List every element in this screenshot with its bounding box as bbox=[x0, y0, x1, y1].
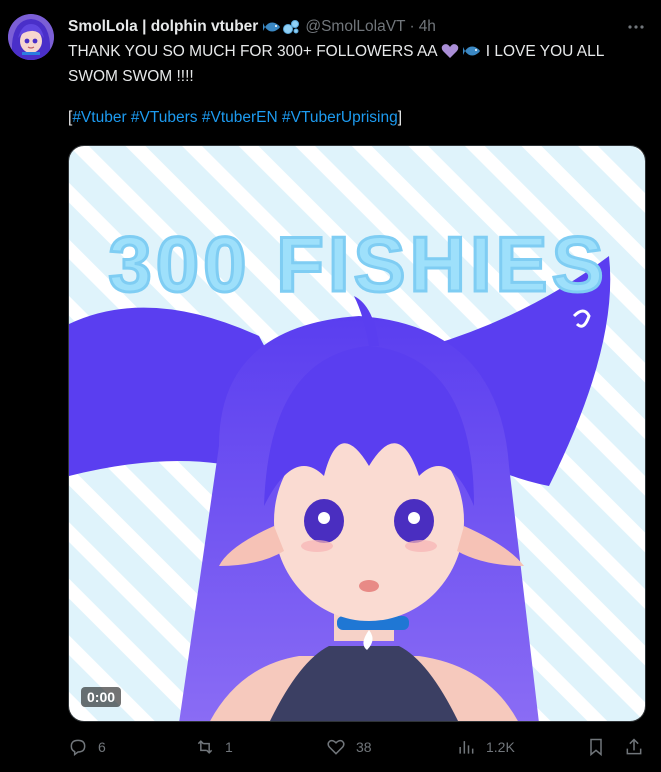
purple-heart-emoji-icon bbox=[441, 43, 459, 66]
display-name[interactable]: SmolLola | dolphin vtuber bbox=[68, 18, 258, 36]
tweet-text-line-2: SWOM SWOM !!!! bbox=[68, 68, 194, 85]
tweet-text-part-a: THANK YOU SO MUCH FOR 300+ FOLLOWERS AA bbox=[68, 43, 437, 60]
hashtag-link[interactable]: #VTubers bbox=[131, 109, 198, 126]
action-bar: 6 1 38 1.2K bbox=[68, 735, 646, 759]
reply-icon bbox=[68, 737, 88, 757]
fish-emoji-icon bbox=[463, 43, 481, 66]
video-timestamp: 0:00 bbox=[81, 687, 122, 707]
video-media[interactable]: 300 FISHIES 0:00 bbox=[68, 145, 646, 722]
repost-count: 1 bbox=[225, 739, 233, 755]
overlay-text: 300 FISHIES bbox=[108, 220, 607, 308]
hashtag-link[interactable]: #Vtuber bbox=[72, 109, 126, 126]
video-thumbnail: 300 FISHIES bbox=[69, 146, 645, 721]
repost-button[interactable]: 1 bbox=[195, 735, 233, 759]
reply-button[interactable]: 6 bbox=[68, 735, 106, 759]
tweet-text-line-1: THANK YOU SO MUCH FOR 300+ FOLLOWERS AA … bbox=[68, 41, 648, 66]
share-button[interactable] bbox=[624, 735, 644, 759]
user-handle[interactable]: @SmolLolaVT bbox=[305, 18, 405, 36]
more-dots-icon[interactable] bbox=[625, 16, 647, 38]
heart-icon bbox=[326, 737, 346, 757]
hashtag-link[interactable]: #VTuberUprising bbox=[282, 109, 398, 126]
avatar[interactable] bbox=[8, 14, 54, 60]
hashtag-line: [#Vtuber #VTubers #VtuberEN #VTuberUpris… bbox=[68, 107, 402, 129]
hashtag-link[interactable]: #VtuberEN bbox=[202, 109, 278, 126]
bubbles-emoji-icon bbox=[282, 19, 300, 35]
like-button[interactable]: 38 bbox=[326, 735, 372, 759]
fish-emoji-icon bbox=[263, 19, 281, 35]
views-button[interactable]: 1.2K bbox=[456, 735, 515, 759]
tweet[interactable]: SmolLola | dolphin vtuber @SmolLolaVT · … bbox=[0, 0, 661, 772]
tweet-text: THANK YOU SO MUCH FOR 300+ FOLLOWERS AA … bbox=[68, 41, 648, 88]
share-icon bbox=[624, 737, 644, 757]
bookmark-button[interactable] bbox=[586, 735, 606, 759]
timestamp[interactable]: 4h bbox=[419, 18, 436, 36]
repost-icon bbox=[195, 737, 215, 757]
views-icon bbox=[456, 737, 476, 757]
reply-count: 6 bbox=[98, 739, 106, 755]
separator: · bbox=[409, 18, 415, 35]
bookmark-icon bbox=[586, 737, 606, 757]
tweet-text-part-b: I LOVE YOU ALL bbox=[485, 43, 605, 60]
bracket-close: ] bbox=[397, 109, 403, 126]
views-count: 1.2K bbox=[486, 739, 515, 755]
like-count: 38 bbox=[356, 739, 372, 755]
tweet-header: SmolLola | dolphin vtuber @SmolLolaVT · … bbox=[68, 16, 647, 38]
